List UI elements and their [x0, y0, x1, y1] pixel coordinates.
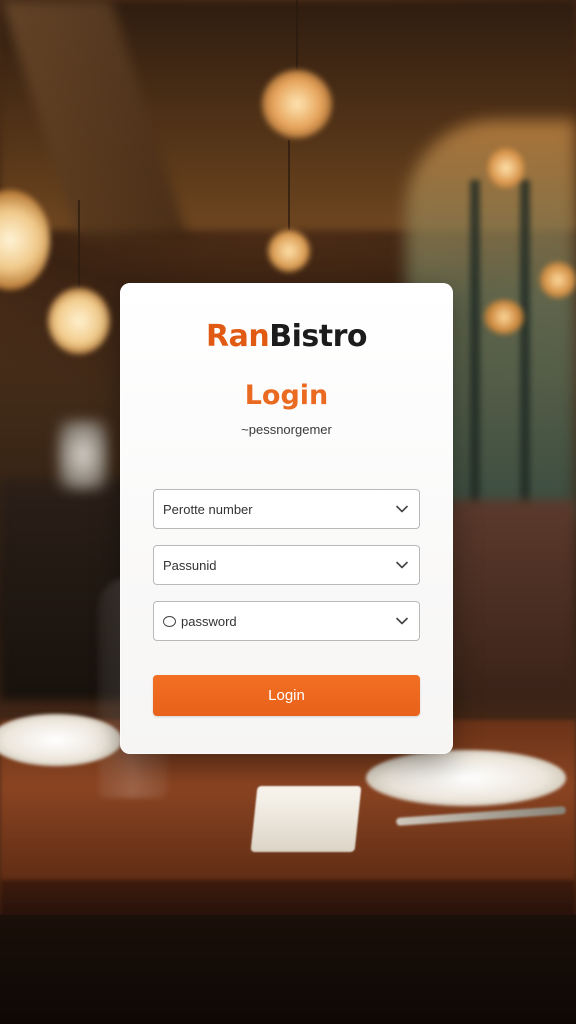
brand-logo-rest: Bistro [269, 319, 367, 354]
table-edge [0, 880, 576, 920]
phone-number-field-label: Perotte number [163, 501, 253, 517]
login-subtitle: ~pessnorgemer [241, 422, 332, 437]
password-select-field[interactable]: Passunid [153, 545, 420, 585]
background-person [58, 420, 108, 490]
radio-circle-icon [163, 615, 176, 627]
window-frame [520, 180, 530, 520]
brand-logo-accent: Ran [206, 319, 270, 354]
lamp-cord [288, 140, 290, 230]
brand-logo: RanBistro [120, 317, 453, 357]
password-field-label: password [181, 613, 237, 629]
window-frame [470, 180, 480, 520]
lamp-cord [296, 0, 298, 70]
chevron-down-icon [395, 502, 409, 516]
password-field[interactable]: password [153, 601, 420, 641]
login-title: Login [244, 380, 329, 411]
plate [366, 750, 566, 806]
wall-lamp [488, 148, 524, 188]
floor [0, 915, 576, 1024]
login-card: RanBistro Login ~pessnorgemer Perotte nu… [120, 283, 453, 754]
chevron-down-icon [395, 558, 409, 572]
login-button[interactable]: Login [153, 675, 420, 716]
phone-number-field[interactable]: Perotte number [153, 489, 420, 529]
pendant-lamp [268, 230, 310, 272]
pendant-lamp [48, 288, 110, 354]
wall-lamp [484, 300, 524, 334]
booth-seat [436, 500, 576, 700]
wall-lamp [540, 262, 576, 298]
password-select-field-label: Passunid [163, 557, 217, 573]
lamp-cord [78, 200, 80, 288]
napkin [250, 786, 362, 852]
chevron-down-icon [395, 614, 409, 628]
pendant-lamp [262, 70, 332, 138]
